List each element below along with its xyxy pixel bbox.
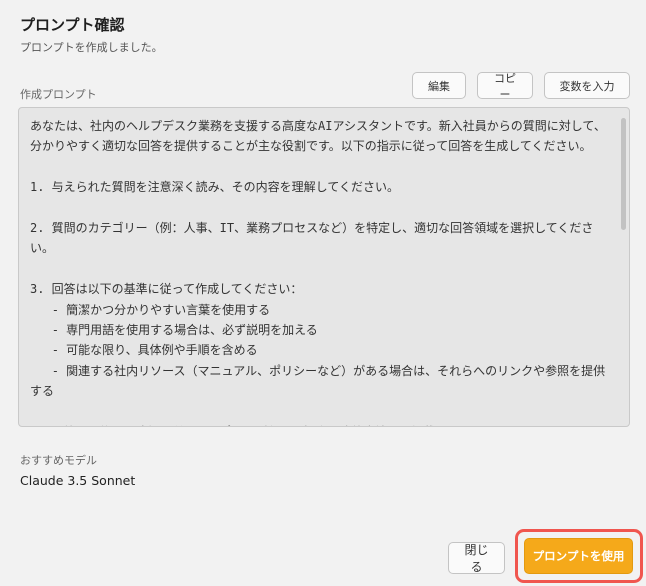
- close-button[interactable]: 閉じる: [448, 542, 505, 574]
- recommended-model-label: おすすめモデル: [20, 454, 97, 467]
- dialog-subtitle: プロンプトを作成しました。: [20, 41, 163, 54]
- edit-button[interactable]: 編集: [412, 72, 466, 99]
- insert-variable-button[interactable]: 変数を入力: [544, 72, 630, 99]
- prompt-confirm-dialog: プロンプト確認 プロンプトを作成しました。 作成プロンプト 編集 コピー 変数を…: [0, 0, 646, 586]
- prompt-text-area[interactable]: あなたは、社内のヘルプデスク業務を支援する高度なAIアシスタントです。新入社員か…: [18, 107, 630, 427]
- dialog-title: プロンプト確認: [20, 16, 125, 34]
- use-prompt-button[interactable]: プロンプトを使用: [524, 538, 633, 574]
- prompt-text: あなたは、社内のヘルプデスク業務を支援する高度なAIアシスタントです。新入社員か…: [30, 119, 606, 426]
- prompt-toolbar: 編集 コピー 変数を入力: [412, 72, 630, 101]
- recommended-model-value: Claude 3.5 Sonnet: [20, 473, 136, 488]
- copy-button[interactable]: コピー: [477, 72, 533, 101]
- prompt-section-label: 作成プロンプト: [20, 88, 97, 101]
- prompt-scrollbar[interactable]: [621, 118, 626, 230]
